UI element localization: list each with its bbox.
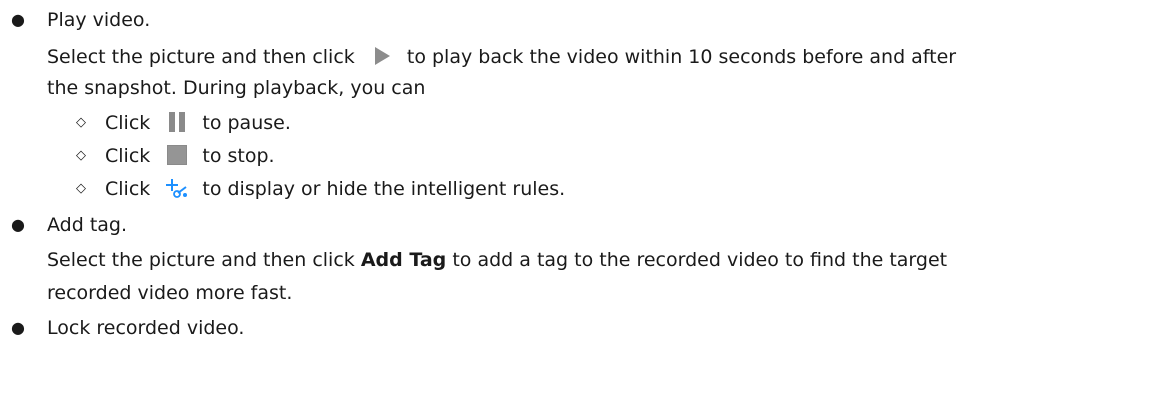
text-before-icon: Click <box>105 178 151 200</box>
item-title: Add tag. <box>47 214 128 236</box>
sub-item-text: Click to stop. <box>105 141 275 171</box>
bullet-dot: ● <box>11 10 25 29</box>
item-title: Play video. <box>47 9 151 31</box>
sub-item-text: Click to pause. <box>105 108 291 138</box>
pause-icon <box>166 111 188 133</box>
bullet-diamond: ◇ <box>76 115 86 130</box>
text-before-icon: Click <box>105 145 151 167</box>
text-after-icon: to display or hide the intelligent rules… <box>202 178 566 200</box>
text-after-bold: to add a tag to the recorded video to fi… <box>452 249 948 271</box>
add-tag-keyword: Add Tag <box>360 249 447 271</box>
text-after-icon: to stop. <box>202 145 275 167</box>
bullet-dot: ● <box>11 215 25 234</box>
play-triangle-icon <box>370 44 393 67</box>
paragraph-text: recorded video more fast. <box>47 282 293 304</box>
bullet-diamond: ◇ <box>76 181 86 196</box>
paragraph-text: Select the picture and then click Add Ta… <box>47 245 947 275</box>
paragraph-text: Select the picture and then click to pla… <box>47 42 956 72</box>
sub-item-text: Click to display or hide the intelligent… <box>105 174 565 204</box>
text-before-bold: Select the picture and then click <box>47 249 355 271</box>
paragraph-text: the snapshot. During playback, you can <box>47 77 426 99</box>
text-before-icon: Click <box>105 112 151 134</box>
item-title: Lock recorded video. <box>47 317 245 339</box>
stop-icon <box>166 144 188 166</box>
intelligent-rules-icon <box>166 177 188 199</box>
bullet-diamond: ◇ <box>76 148 86 163</box>
text-after-icon: to pause. <box>202 112 291 134</box>
text-before-icon: Select the picture and then click <box>47 46 355 68</box>
bullet-dot: ● <box>11 318 25 337</box>
text-after-icon: to play back the video within 10 seconds… <box>406 46 957 68</box>
